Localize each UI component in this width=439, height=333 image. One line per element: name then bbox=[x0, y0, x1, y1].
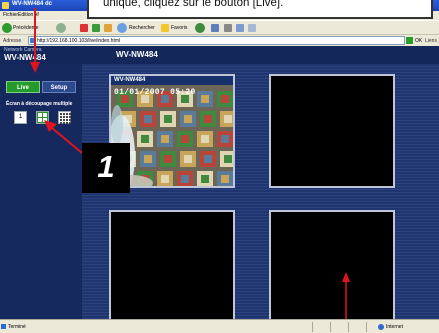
instruction-text: unique, cliquez sur le bouton [Live]. bbox=[103, 0, 284, 9]
step-badge: 1 bbox=[82, 143, 130, 193]
page-done-icon bbox=[1, 324, 6, 329]
instruction-callout: unique, cliquez sur le bouton [Live]. bbox=[87, 0, 433, 19]
status-zone: Internet bbox=[386, 324, 403, 330]
status-bar: Terminé Internet bbox=[0, 319, 439, 333]
internet-zone-icon bbox=[378, 324, 384, 330]
callout-arrows bbox=[30, 8, 350, 333]
arrow-down-icon bbox=[30, 62, 40, 73]
status-done: Terminé bbox=[8, 324, 26, 330]
step-number: 1 bbox=[97, 149, 115, 184]
arrow-up-icon bbox=[342, 272, 350, 282]
